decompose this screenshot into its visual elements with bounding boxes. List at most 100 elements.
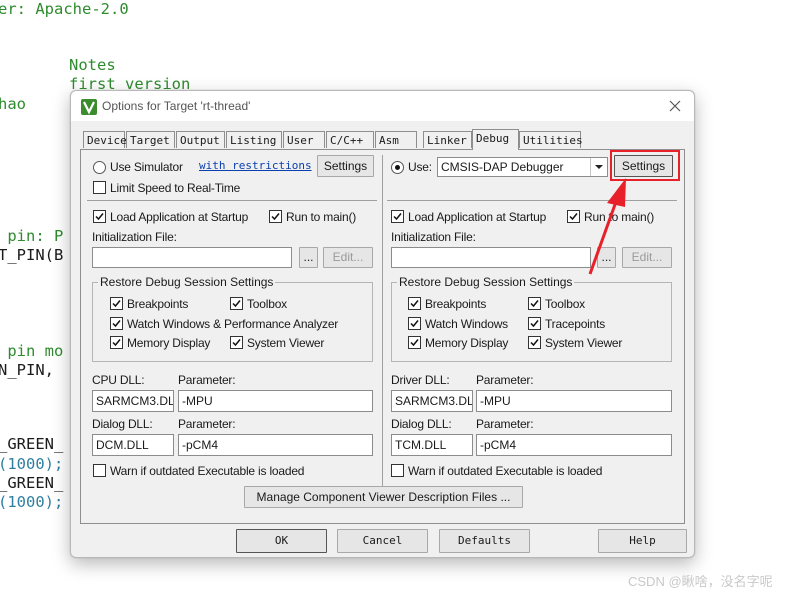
right-init-file-input[interactable] [391, 247, 591, 268]
driver-parameter-label: Parameter: [476, 373, 534, 387]
right-restore-breakpoints-checkbox[interactable] [408, 297, 421, 310]
cpu-dll-input[interactable]: SARMCM3.DLL [92, 390, 174, 412]
dialog-dll-input[interactable]: DCM.DLL [92, 434, 174, 456]
use-label: Use: [408, 160, 432, 174]
restrictions-link[interactable]: with restrictions [199, 159, 312, 172]
tab-utilities[interactable]: Utilities [519, 131, 583, 148]
right-restore-watch-label: Watch Windows [425, 317, 508, 331]
right-restore-tracepoints-label: Tracepoints [545, 317, 606, 331]
manage-component-viewer-button[interactable]: Manage Component Viewer Description File… [244, 486, 523, 508]
checkmark-icon [232, 300, 241, 308]
right-restore-memory-checkbox[interactable] [408, 336, 421, 349]
tab-debug[interactable]: Debug [472, 129, 519, 150]
load-app-checkbox[interactable] [93, 210, 106, 223]
right-separator [387, 200, 677, 201]
defaults-button[interactable]: Defaults [439, 529, 530, 553]
close-icon [669, 100, 681, 112]
right-restore-tracepoints-checkbox[interactable] [528, 317, 541, 330]
tab-target[interactable]: Target [126, 131, 175, 148]
right-init-file-edit-button[interactable]: Edit... [622, 247, 672, 268]
run-to-main-checkbox[interactable] [269, 210, 282, 223]
restore-breakpoints-label: Breakpoints [127, 297, 189, 311]
ok-button[interactable]: OK [236, 529, 327, 553]
restore-memory-checkbox[interactable] [110, 336, 123, 349]
limit-speed-checkbox[interactable] [93, 181, 106, 194]
help-button[interactable]: Help [598, 529, 687, 553]
restore-breakpoints-checkbox[interactable] [110, 297, 123, 310]
restore-toolbox-label: Toolbox [247, 297, 287, 311]
tab-linker[interactable]: Linker [423, 131, 472, 148]
tab-asm[interactable]: Asm [375, 131, 417, 148]
checkmark-icon [112, 320, 121, 328]
restore-system-viewer-checkbox[interactable] [230, 336, 243, 349]
debug-tab-panel: Use Simulator with restrictions Settings… [80, 149, 685, 524]
restore-watch-checkbox[interactable] [110, 317, 123, 330]
right-init-file-browse-button[interactable]: ... [597, 247, 616, 268]
cancel-button[interactable]: Cancel [337, 529, 428, 553]
close-button[interactable] [663, 95, 687, 117]
right-dialog-dll-input[interactable]: TCM.DLL [391, 434, 473, 456]
checkmark-icon [410, 300, 419, 308]
warn-outdated-checkbox[interactable] [93, 464, 106, 477]
init-file-edit-button[interactable]: Edit... [323, 247, 373, 268]
right-restore-system-viewer-label: System Viewer [545, 336, 623, 350]
right-load-app-label: Load Application at Startup [408, 210, 547, 224]
right-restore-toolbox-checkbox[interactable] [528, 297, 541, 310]
run-to-main-label: Run to main() [286, 210, 357, 224]
tab-user[interactable]: User [283, 131, 325, 148]
checkmark-icon [393, 213, 402, 221]
tab-device[interactable]: Device [83, 131, 127, 148]
code-line: pin mo [0, 342, 64, 360]
right-restore-system-viewer-checkbox[interactable] [528, 336, 541, 349]
restore-toolbox-checkbox[interactable] [230, 297, 243, 310]
restore-watch-label: Watch Windows & Performance Analyzer [127, 317, 339, 331]
dialog-dll-label: Dialog DLL: [92, 417, 153, 431]
checkmark-icon [530, 300, 539, 308]
dialog-parameter-label: Parameter: [178, 417, 236, 431]
use-debugger-radio[interactable] [391, 161, 404, 174]
code-line: (1000); [0, 455, 64, 473]
chevron-down-icon [590, 158, 607, 176]
driver-parameter-input[interactable]: -MPU [476, 390, 672, 412]
init-file-browse-button[interactable]: ... [299, 247, 318, 268]
use-simulator-label: Use Simulator [110, 160, 183, 174]
init-file-input[interactable] [92, 247, 292, 268]
driver-dll-label: Driver DLL: [391, 373, 450, 387]
checkmark-icon [95, 213, 104, 221]
code-line: er: Apache-2.0 [0, 0, 129, 18]
right-init-file-label: Initialization File: [391, 230, 476, 244]
driver-dll-input[interactable]: SARMCM3.DLL [391, 390, 473, 412]
right-dialog-dll-label: Dialog DLL: [391, 417, 452, 431]
tab-output[interactable]: Output [176, 131, 225, 148]
right-run-to-main-checkbox[interactable] [567, 210, 580, 223]
left-separator [87, 200, 377, 201]
right-load-app-checkbox[interactable] [391, 210, 404, 223]
checkmark-icon [232, 339, 241, 347]
tab-listing[interactable]: Listing [226, 131, 282, 148]
options-dialog: Options for Target 'rt-thread' Device Ta… [70, 90, 695, 558]
right-warn-outdated-checkbox[interactable] [391, 464, 404, 477]
right-dialog-parameter-label: Parameter: [476, 417, 534, 431]
code-line: N_PIN, [0, 361, 54, 379]
right-restore-memory-label: Memory Display [425, 336, 509, 350]
dialog-parameter-input[interactable]: -pCM4 [178, 434, 373, 456]
code-line: hao [0, 95, 26, 113]
checkmark-icon [530, 339, 539, 347]
code-line: _GREEN_ [0, 474, 64, 492]
tab-c-cpp[interactable]: C/C++ [326, 131, 374, 148]
debugger-select[interactable]: CMSIS-DAP Debugger [437, 157, 608, 177]
right-run-to-main-label: Run to main() [584, 210, 655, 224]
dialog-title: Options for Target 'rt-thread' [102, 99, 251, 113]
cpu-parameter-input[interactable]: -MPU [178, 390, 373, 412]
warn-outdated-label: Warn if outdated Executable is loaded [110, 464, 305, 478]
init-file-label: Initialization File: [92, 230, 177, 244]
cpu-dll-label: CPU DLL: [92, 373, 145, 387]
simulator-settings-button[interactable]: Settings [317, 155, 374, 177]
checkmark-icon [112, 300, 121, 308]
watermark: CSDN @瞅啥，没名字呢 [628, 574, 773, 589]
cpu-parameter-label: Parameter: [178, 373, 236, 387]
right-restore-watch-checkbox[interactable] [408, 317, 421, 330]
use-simulator-radio[interactable] [93, 161, 106, 174]
code-line: pin: P [0, 227, 64, 245]
right-dialog-parameter-input[interactable]: -pCM4 [476, 434, 672, 456]
